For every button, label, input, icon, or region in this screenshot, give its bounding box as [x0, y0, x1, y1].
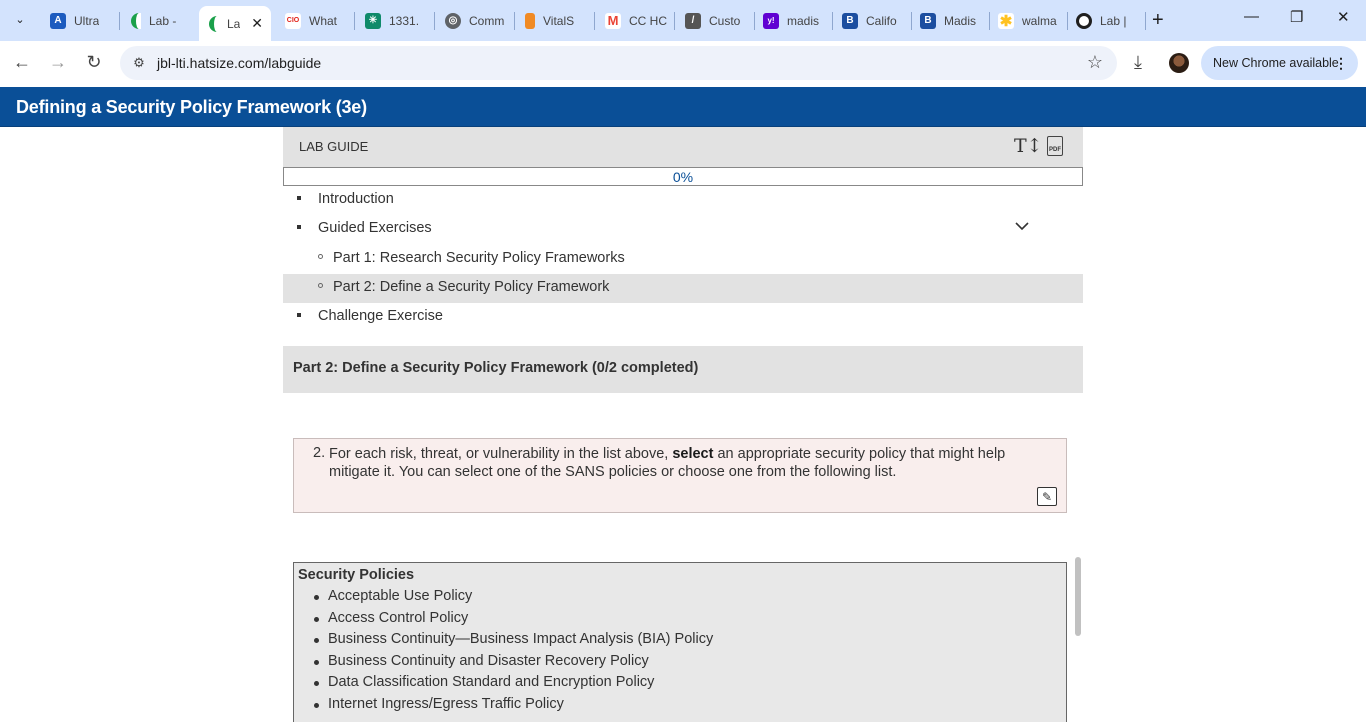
step-text: For each risk, threat, or vulnerability …: [329, 446, 1006, 480]
section-heading: Part 2: Define a Security Policy Framewo…: [283, 346, 1083, 393]
new-tab-button[interactable]: +: [1152, 9, 1164, 31]
toc-label: Part 2: Define a Security Policy Framewo…: [333, 279, 610, 295]
chevron-down-icon[interactable]: [1014, 218, 1030, 234]
security-policies-box: Security Policies Acceptable Use Policy …: [293, 562, 1067, 722]
address-bar[interactable]: ⚙ jbl-lti.hatsize.com/labguide ☆: [120, 46, 1117, 80]
download-icon[interactable]: ⤓: [1134, 52, 1142, 73]
tab-label: Custo: [709, 13, 741, 28]
tab-label: VitalS: [543, 13, 575, 28]
browser-toolbar: ← → ↻ ⚙ jbl-lti.hatsize.com/labguide ☆ ⤓…: [0, 41, 1366, 87]
toc-part-1[interactable]: Part 1: Research Security Policy Framewo…: [283, 245, 1083, 274]
page-title: Defining a Security Policy Framework (3e…: [16, 97, 367, 117]
tab-1331[interactable]: ✳ 1331.: [355, 0, 435, 41]
tab-label: Madis: [944, 13, 977, 28]
tab-madison[interactable]: B Madis: [910, 0, 990, 41]
tab-california[interactable]: B Califo: [832, 0, 912, 41]
tab-lab-active[interactable]: La ✕: [199, 6, 271, 41]
scrollbar-thumb[interactable]: [1075, 557, 1081, 636]
tab-label: Ultra: [74, 13, 100, 28]
asterisk-favicon-icon: ✳: [365, 12, 381, 29]
back-arrow-icon[interactable]: ←: [10, 52, 34, 73]
font-size-icon[interactable]: T↕: [1014, 135, 1043, 157]
toc-part-2[interactable]: Part 2: Define a Security Policy Framewo…: [283, 274, 1083, 303]
chrome-update-button[interactable]: New Chrome available ⋮: [1201, 46, 1358, 80]
globe-favicon-icon: ◎: [445, 12, 461, 29]
b-favicon-icon: B: [920, 12, 936, 29]
list-item: Acceptable Use Policy: [313, 588, 713, 610]
tab-label: Califo: [866, 13, 897, 28]
tab-close-icon[interactable]: ✕: [251, 15, 263, 32]
lab-guide-header: LAB GUIDE T↕ PDF: [283, 127, 1083, 167]
progress-bar: 0%: [283, 167, 1083, 186]
tab-custom[interactable]: / Custo: [675, 0, 755, 41]
toc-guided-exercises[interactable]: Guided Exercises: [283, 215, 1083, 244]
yahoo-favicon-icon: y!: [763, 12, 779, 29]
slash-favicon-icon: /: [685, 12, 701, 29]
policies-title: Security Policies: [298, 567, 415, 583]
lab-favicon-icon: [209, 15, 219, 32]
tab-label: What: [309, 13, 338, 28]
tab-vitalsource[interactable]: VitalS: [515, 0, 595, 41]
edit-note-icon[interactable]: ✎: [1037, 487, 1057, 506]
toc-label: Guided Exercises: [318, 220, 432, 236]
ultra-favicon-icon: A: [50, 12, 66, 29]
gmail-favicon-icon: M: [605, 12, 621, 29]
tab-label: La: [227, 16, 241, 31]
lab-favicon-icon: [131, 12, 141, 29]
list-item: Business Continuity—Business Impact Anal…: [313, 631, 713, 653]
list-item: Access Control Policy: [313, 610, 713, 632]
tab-label: CC HC: [629, 13, 667, 28]
toc-label: Part 1: Research Security Policy Framewo…: [333, 250, 625, 266]
bookmark-star-icon[interactable]: ☆: [1087, 52, 1103, 73]
toc-label: Challenge Exercise: [318, 308, 443, 324]
forward-arrow-icon[interactable]: →: [46, 52, 70, 73]
list-item: Internet Ingress/Egress Traffic Policy: [313, 696, 713, 718]
tab-label: walma: [1022, 13, 1057, 28]
section-heading-text: Part 2: Define a Security Policy Framewo…: [293, 360, 699, 376]
vitalsource-favicon-icon: [525, 12, 535, 29]
profile-avatar[interactable]: [1169, 53, 1189, 73]
tab-lab-2[interactable]: Lab |: [1066, 0, 1146, 41]
tab-walmart[interactable]: ✱ walma: [988, 0, 1068, 41]
policies-list: Acceptable Use Policy Access Control Pol…: [313, 588, 713, 718]
tab-strip: ⌄ A Ultra Lab - La ✕ CIO What ✳ 1331. ◎ …: [0, 0, 1366, 41]
toc-introduction[interactable]: Introduction: [283, 186, 1083, 215]
circle-favicon-icon: [1076, 12, 1092, 29]
tab-label: Lab -: [149, 13, 177, 28]
tab-ultra[interactable]: A Ultra: [40, 0, 120, 41]
tab-comm[interactable]: ◎ Comm: [435, 0, 515, 41]
tab-label: madis: [787, 13, 820, 28]
list-item: Data Classification Standard and Encrypt…: [313, 674, 713, 696]
progress-text: 0%: [672, 169, 694, 185]
lab-guide-panel: LAB GUIDE T↕ PDF 0% Introduction Guided …: [283, 127, 1083, 722]
tab-search-chevron-icon[interactable]: ⌄: [8, 7, 32, 31]
tab-label: 1331.: [389, 13, 420, 28]
site-info-icon[interactable]: ⚙: [130, 54, 148, 72]
toc-label: Introduction: [318, 191, 394, 207]
tab-label: Lab |: [1100, 13, 1127, 28]
tab-yahoo[interactable]: y! madis: [753, 0, 833, 41]
cio-favicon-icon: CIO: [285, 12, 301, 29]
pdf-icon[interactable]: PDF: [1047, 136, 1063, 156]
url-text[interactable]: jbl-lti.hatsize.com/labguide: [157, 55, 321, 71]
step-instruction: 2. For each risk, threat, or vulnerabili…: [293, 438, 1067, 513]
restore-icon[interactable]: ❐: [1290, 8, 1303, 26]
more-menu-icon[interactable]: ⋮: [1334, 55, 1348, 72]
page-header: Defining a Security Policy Framework (3e…: [0, 87, 1366, 127]
minimize-icon[interactable]: —: [1244, 8, 1259, 25]
tab-lab-1[interactable]: Lab -: [121, 0, 197, 41]
update-label: New Chrome available: [1213, 56, 1339, 70]
walmart-spark-favicon-icon: ✱: [998, 12, 1014, 30]
tab-label: Comm: [469, 13, 505, 28]
lab-guide-title: LAB GUIDE: [299, 139, 369, 154]
reload-icon[interactable]: ↻: [82, 52, 106, 73]
close-window-icon[interactable]: ✕: [1337, 8, 1350, 26]
toc-challenge-exercise[interactable]: Challenge Exercise: [283, 303, 1083, 332]
tab-gmail[interactable]: M CC HC: [595, 0, 675, 41]
step-number: 2.: [313, 445, 326, 461]
tab-what[interactable]: CIO What: [275, 0, 355, 41]
list-item: Business Continuity and Disaster Recover…: [313, 653, 713, 675]
b-favicon-icon: B: [842, 12, 858, 29]
